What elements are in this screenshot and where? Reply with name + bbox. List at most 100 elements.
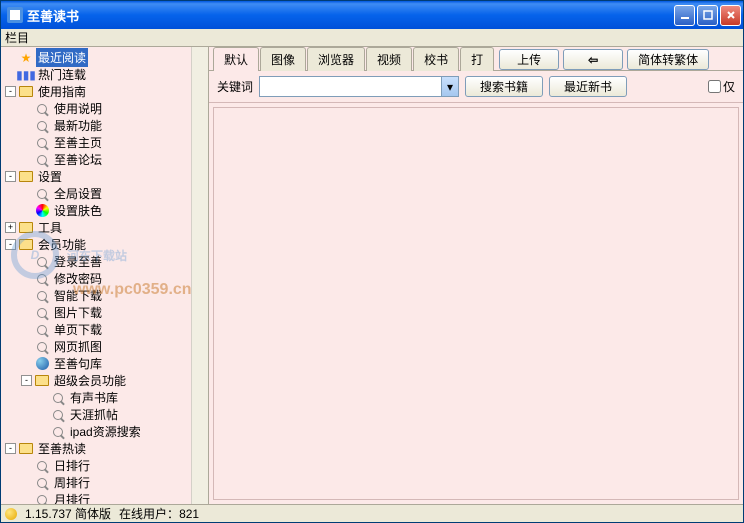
tree-item[interactable]: -至善热读	[3, 440, 206, 457]
toggle-spacer	[21, 494, 32, 504]
tree-item[interactable]: 天涯抓帖	[3, 406, 206, 423]
tree-item[interactable]: 至善主页	[3, 134, 206, 151]
keyword-combo[interactable]: ▾	[259, 76, 459, 97]
tab-bar: 默认图像浏览器视频校书打 上传 ⇦ 简体转繁体	[209, 47, 743, 71]
only-checkbox[interactable]	[708, 80, 721, 93]
tree-item[interactable]: 有声书库	[3, 389, 206, 406]
tree-item[interactable]: 日排行	[3, 457, 206, 474]
magnifier-icon	[34, 101, 50, 117]
toggle-spacer	[21, 120, 32, 131]
tree-item[interactable]: 智能下载	[3, 287, 206, 304]
chevron-down-icon[interactable]: ▾	[441, 77, 458, 96]
tree-item-label: 月排行	[52, 490, 92, 504]
only-label: 仅	[723, 78, 735, 95]
tree-item[interactable]: -超级会员功能	[3, 372, 206, 389]
tree-item[interactable]: 至善论坛	[3, 151, 206, 168]
globe-icon	[34, 356, 50, 372]
toggle-spacer	[37, 392, 48, 403]
toggle-spacer	[37, 409, 48, 420]
app-icon	[7, 7, 23, 23]
back-button[interactable]: ⇦	[563, 49, 623, 70]
tree-item[interactable]: -使用指南	[3, 83, 206, 100]
toggle-spacer	[21, 256, 32, 267]
tree-item[interactable]: 全局设置	[3, 185, 206, 202]
toggle-spacer	[21, 103, 32, 114]
toggle-spacer	[21, 460, 32, 471]
tree-item[interactable]: ▮▮▮热门连载	[3, 66, 206, 83]
collapse-icon[interactable]: -	[21, 375, 32, 386]
folder-icon	[18, 441, 34, 457]
maximize-button[interactable]	[697, 5, 718, 26]
close-button[interactable]	[720, 5, 741, 26]
online-users: 在线用户：821	[119, 505, 199, 522]
magnifier-icon	[34, 339, 50, 355]
tree-item[interactable]: 周排行	[3, 474, 206, 491]
folder-icon	[18, 220, 34, 236]
collapse-icon[interactable]: -	[5, 171, 16, 182]
tab-1[interactable]: 图像	[260, 47, 306, 71]
upload-button[interactable]: 上传	[499, 49, 559, 70]
magnifier-icon	[34, 135, 50, 151]
magnifier-icon	[34, 152, 50, 168]
recent-books-button[interactable]: 最近新书	[549, 76, 627, 97]
color-wheel-icon	[34, 203, 50, 219]
tree-item[interactable]: 最新功能	[3, 117, 206, 134]
magnifier-icon	[34, 305, 50, 321]
expand-icon[interactable]: +	[5, 222, 16, 233]
collapse-icon[interactable]: -	[5, 239, 16, 250]
toggle-spacer	[21, 273, 32, 284]
titlebar: 至善读书	[1, 1, 743, 29]
toggle-spacer	[37, 426, 48, 437]
keyword-label: 关键词	[217, 78, 253, 95]
tab-0[interactable]: 默认	[213, 47, 259, 71]
tab-4[interactable]: 校书	[413, 47, 459, 71]
toggle-spacer	[21, 358, 32, 369]
tree-item[interactable]: +工具	[3, 219, 206, 236]
folder-icon	[18, 84, 34, 100]
tree-item[interactable]: 修改密码	[3, 270, 206, 287]
tree-item[interactable]: 图片下载	[3, 304, 206, 321]
tree-item[interactable]: 使用说明	[3, 100, 206, 117]
tree-item[interactable]: 月排行	[3, 491, 206, 504]
toggle-spacer	[21, 205, 32, 216]
tab-5[interactable]: 打	[460, 47, 494, 71]
toggle-spacer	[5, 52, 16, 63]
tree-item[interactable]: 登录至善	[3, 253, 206, 270]
status-dot-icon	[5, 508, 17, 520]
keyword-input[interactable]	[260, 77, 441, 96]
convert-button[interactable]: 简体转繁体	[627, 49, 709, 70]
tree-item[interactable]: -会员功能	[3, 236, 206, 253]
tree-item[interactable]: -设置	[3, 168, 206, 185]
menubar: 栏目	[1, 29, 743, 47]
tree-item[interactable]: 设置肤色	[3, 202, 206, 219]
search-books-button[interactable]: 搜索书籍	[465, 76, 543, 97]
magnifier-icon	[34, 475, 50, 491]
tree-item[interactable]: 网页抓图	[3, 338, 206, 355]
toggle-spacer	[21, 188, 32, 199]
star-icon: ★	[18, 50, 34, 66]
magnifier-icon	[34, 492, 50, 505]
menu-item-column[interactable]: 栏目	[5, 29, 29, 46]
minimize-button[interactable]	[674, 5, 695, 26]
tree-item[interactable]: 单页下载	[3, 321, 206, 338]
collapse-icon[interactable]: -	[5, 86, 16, 97]
toggle-spacer	[21, 324, 32, 335]
folder-icon	[18, 237, 34, 253]
folder-icon	[18, 169, 34, 185]
tab-2[interactable]: 浏览器	[307, 47, 365, 71]
magnifier-icon	[34, 322, 50, 338]
tree-item[interactable]: ★最近阅读	[3, 49, 206, 66]
content-area: 默认图像浏览器视频校书打 上传 ⇦ 简体转繁体 关键词 ▾ 搜索书籍 最近新书 …	[209, 47, 743, 504]
search-row: 关键词 ▾ 搜索书籍 最近新书 仅	[209, 71, 743, 103]
tab-3[interactable]: 视频	[366, 47, 412, 71]
tree-item[interactable]: ipad资源搜索	[3, 423, 206, 440]
tree-view[interactable]: ★最近阅读▮▮▮热门连载-使用指南使用说明最新功能至善主页至善论坛-设置全局设置…	[1, 47, 208, 504]
collapse-icon[interactable]: -	[5, 443, 16, 454]
sidebar: ★最近阅读▮▮▮热门连载-使用指南使用说明最新功能至善主页至善论坛-设置全局设置…	[1, 47, 209, 504]
tree-item[interactable]: 至善句库	[3, 355, 206, 372]
only-checkbox-group[interactable]: 仅	[708, 78, 735, 95]
toggle-spacer	[21, 137, 32, 148]
sidebar-scrollbar[interactable]	[191, 47, 208, 504]
toggle-spacer	[21, 307, 32, 318]
toggle-spacer	[5, 69, 16, 80]
